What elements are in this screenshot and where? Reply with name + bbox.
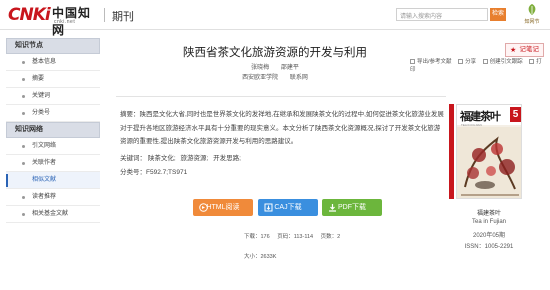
logo-url-text: cnki.net	[54, 19, 76, 25]
sidebar-item-related-authors[interactable]: 关联作者	[6, 155, 100, 172]
sidebar-item-label: 摘要	[32, 76, 45, 82]
nav-group-knowledge-nodes: 知识节点	[6, 38, 100, 54]
page-range: 页码：113-114	[277, 234, 314, 240]
brand-text: 知网节	[524, 19, 540, 25]
export-icon	[410, 59, 415, 64]
sidebar-item-label: 读者推荐	[32, 194, 57, 200]
sidebar-item-fund-docs[interactable]: 相关基金文献	[6, 206, 100, 223]
tracking-label: 创建引文跟踪	[489, 59, 523, 65]
pdf-download-label: PDF下载	[338, 204, 366, 211]
article-actions: 导出/参考文献 分享 创建引文跟踪 打印	[410, 57, 550, 73]
cover-issue-number: 5	[510, 107, 521, 122]
journal-cover[interactable]: 福建茶叶 5 TEA IN FUJIAN	[456, 104, 522, 199]
star-icon: ★	[510, 47, 517, 54]
sidebar-item-keywords[interactable]: 关键词	[6, 88, 100, 105]
keyword-link[interactable]: 陕茶文化;	[148, 155, 176, 162]
classification-value: F592.7;TS971	[146, 169, 188, 176]
sidebar-item-basic-info[interactable]: 基本信息	[6, 54, 100, 71]
keyword-link[interactable]: 开发思路;	[213, 155, 241, 162]
journal-issn: ISSN：1005-2291	[464, 244, 514, 250]
keyword-link[interactable]: 旅游资源;	[180, 155, 208, 162]
sidebar-item-similar-docs[interactable]: 相似文献	[6, 172, 100, 189]
journal-issue[interactable]: 2020年05期	[456, 230, 522, 239]
stats-row: 下载：176 页码：113-114 页数：2	[244, 232, 346, 240]
pdf-icon	[329, 204, 336, 212]
author-link[interactable]: 张晓梅	[251, 65, 269, 71]
page-count: 页数：2	[320, 234, 341, 240]
sidebar-item-abstract[interactable]: 摘要	[6, 71, 100, 88]
caj-download-button[interactable]: CAJ下载	[258, 199, 318, 216]
organization-list: 西安欧亚学院 联系网	[120, 72, 430, 81]
bullet-icon	[22, 78, 25, 81]
note-label: 记笔记	[519, 46, 540, 53]
note-button[interactable]: ★ 记笔记	[505, 43, 544, 57]
left-sidebar: 知识节点 基本信息 摘要 关键词 分类号 知识网络 引文网络 关联作者 相似文献…	[6, 38, 100, 223]
zhiwangjie-brand[interactable]: 知网节	[517, 3, 547, 27]
sidebar-item-label: 关键词	[32, 93, 51, 99]
search-button[interactable]: 检索	[490, 8, 506, 21]
cover-illustration	[457, 127, 521, 198]
bullet-icon	[22, 112, 25, 115]
download-count: 下载：176	[244, 234, 270, 240]
abstract-label: 摘要：	[120, 111, 140, 118]
nav-group-knowledge-network: 知识网络	[6, 122, 100, 138]
abstract-text: 陕西是文化大省,同时也是世界茶文化的发祥地,在继承和发展陕茶文化的过程中,如何促…	[120, 111, 444, 145]
sidebar-item-label: 关联作者	[32, 160, 57, 166]
sidebar-item-classification[interactable]: 分类号	[6, 105, 100, 122]
journal-name-english: Tea in Fujian	[471, 219, 507, 225]
export-reference-link[interactable]: 导出/参考文献	[410, 59, 452, 65]
organization-link[interactable]: 联系网	[290, 75, 308, 81]
keywords-label: 关键词：	[120, 155, 146, 162]
cover-spine	[449, 104, 454, 199]
bullet-icon	[22, 95, 25, 98]
bullet-icon	[22, 213, 25, 216]
header-divider	[104, 8, 105, 22]
cnki-logo[interactable]: CNKi 中国知网 cnki.net	[8, 4, 100, 37]
print-icon	[529, 59, 535, 64]
sidebar-item-reader-recommend[interactable]: 读者推荐	[6, 189, 100, 206]
organization-link[interactable]: 西安欧亚学院	[242, 75, 278, 81]
file-size: 大小：2633K	[244, 254, 277, 260]
search-input[interactable]: 请输入搜索内容	[396, 8, 488, 21]
share-link[interactable]: 分享	[458, 59, 476, 65]
share-icon	[458, 59, 464, 64]
tracking-icon	[482, 59, 488, 64]
sidebar-item-label: 分类号	[32, 110, 51, 116]
download-icon	[264, 203, 273, 212]
export-label: 导出/参考文献	[417, 59, 452, 65]
share-label: 分享	[465, 59, 477, 65]
bullet-icon	[22, 145, 25, 148]
sidebar-item-label: 引文网络	[32, 143, 57, 149]
citation-tracking-link[interactable]: 创建引文跟踪	[482, 59, 523, 65]
sidebar-item-label: 相关基金文献	[32, 211, 69, 217]
logo-cnki-text: CNKi	[8, 5, 51, 25]
classification-row: 分类号：F592.7;TS971	[120, 166, 187, 176]
divider	[116, 96, 446, 97]
sidebar-item-citation-network[interactable]: 引文网络	[6, 138, 100, 155]
sidebar-item-label: 相似文献	[32, 177, 57, 183]
cover-title: 福建茶叶	[460, 110, 501, 123]
classification-label: 分类号：	[120, 169, 146, 176]
section-title[interactable]: 期刊	[112, 8, 134, 24]
html-read-label: HTML阅读	[206, 204, 240, 211]
article-title: 陕西省茶文化旅游资源的开发与利用	[183, 47, 367, 59]
top-header: CNKi 中国知网 cnki.net 期刊 请输入搜索内容 检索 知网节	[0, 0, 550, 37]
abstract-block: 摘要：陕西是文化大省,同时也是世界茶文化的发祥地,在继承和发展陕茶文化的过程中,…	[120, 108, 446, 149]
bullet-icon	[22, 61, 25, 64]
keywords-row: 关键词： 陕茶文化; 旅游资源; 开发思路;	[120, 152, 244, 162]
sidebar-item-label: 基本信息	[32, 59, 57, 65]
bullet-icon	[22, 196, 25, 199]
brand-leaf-icon	[528, 4, 536, 15]
bullet-icon	[22, 162, 25, 165]
html-read-button[interactable]: HTML阅读	[193, 199, 253, 216]
html-read-icon	[199, 203, 208, 212]
caj-download-label: CAJ下载	[274, 204, 302, 211]
pdf-download-button[interactable]: PDF下载	[322, 199, 382, 216]
author-link[interactable]: 邵建平	[281, 65, 299, 71]
journal-name[interactable]: 福建茶叶	[456, 208, 522, 217]
author-list: 张晓梅 邵建平	[120, 62, 430, 71]
